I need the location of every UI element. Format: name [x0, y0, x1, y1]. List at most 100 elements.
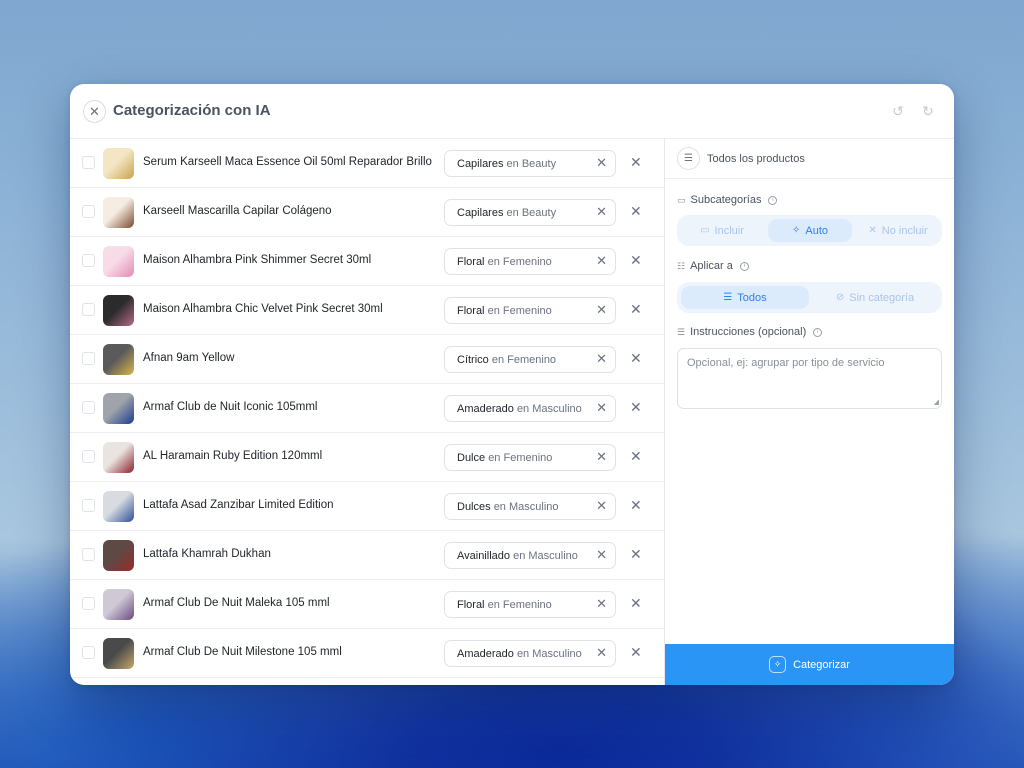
- info-icon: i: [813, 327, 823, 337]
- product-name: Armaf Club De Nuit Maleka 105 mml: [143, 597, 330, 609]
- product-row: Maison Alhambra Chic Velvet Pink Secret …: [70, 286, 664, 335]
- category-parent: en Femenino: [487, 599, 552, 611]
- product-name: Armaf Club De Nuit Milestone 105 mml: [143, 646, 342, 658]
- product-name: AL Haramain Ruby Edition 120mml: [143, 450, 323, 462]
- row-checkbox[interactable]: [82, 303, 95, 316]
- clear-category-icon[interactable]: ✕: [596, 645, 607, 661]
- aplicar-label-text: Aplicar a: [690, 260, 733, 272]
- instrucciones-placeholder: Opcional, ej: agrupar por tipo de servic…: [687, 357, 885, 369]
- product-row: Afnan 9am Yellow Cítrico en Femenino ✕ ✕: [70, 335, 664, 384]
- remove-row-icon[interactable]: ✕: [630, 301, 642, 318]
- row-checkbox[interactable]: [82, 597, 95, 610]
- row-checkbox[interactable]: [82, 499, 95, 512]
- clear-category-icon[interactable]: ✕: [596, 204, 607, 220]
- instrucciones-label-text: Instrucciones (opcional): [690, 326, 807, 338]
- clear-category-icon[interactable]: ✕: [596, 449, 607, 465]
- sparkle-icon: ✧: [769, 656, 787, 673]
- clear-category-icon[interactable]: ✕: [596, 547, 607, 563]
- list-check-icon: ☰: [723, 292, 733, 303]
- product-row: Armaf Club de Nuit Iconic 105mml Amaderad…: [70, 384, 664, 433]
- clear-category-icon[interactable]: ✕: [596, 155, 607, 171]
- undo-icon[interactable]: ↺: [889, 102, 907, 120]
- row-checkbox[interactable]: [82, 254, 95, 267]
- seg-todos[interactable]: ☰ Todos: [681, 286, 809, 309]
- category-pill[interactable]: Capilares en Beauty ✕: [444, 199, 616, 226]
- sparkle-icon: ✧: [791, 225, 801, 236]
- category-pill[interactable]: Floral en Femenino ✕: [444, 248, 616, 275]
- category-parent: en Femenino: [488, 452, 553, 464]
- row-checkbox[interactable]: [82, 646, 95, 659]
- category-pill[interactable]: Floral en Femenino ✕: [444, 297, 616, 324]
- clear-category-icon[interactable]: ✕: [596, 498, 607, 514]
- category-name: Floral: [457, 305, 485, 317]
- aplicar-label: ☷ Aplicar a i: [677, 260, 749, 272]
- row-checkbox[interactable]: [82, 156, 95, 169]
- product-thumbnail: [103, 638, 134, 669]
- category-pill[interactable]: Floral en Femenino ✕: [444, 591, 616, 618]
- categorizar-button[interactable]: ✧ Categorizar: [665, 644, 954, 685]
- category-pill[interactable]: Amaderado en Masculino ✕: [444, 640, 616, 667]
- instrucciones-textarea[interactable]: Opcional, ej: agrupar por tipo de servic…: [677, 348, 942, 409]
- close-icon[interactable]: ✕: [83, 100, 106, 123]
- row-checkbox[interactable]: [82, 352, 95, 365]
- row-checkbox[interactable]: [82, 548, 95, 561]
- resize-handle-icon[interactable]: ◢: [934, 398, 939, 406]
- remove-row-icon[interactable]: ✕: [630, 497, 642, 514]
- category-pill[interactable]: Avainillado en Masculino ✕: [444, 542, 616, 569]
- product-thumbnail: [103, 442, 134, 473]
- seg-no-incluir[interactable]: ✕ No incluir: [857, 219, 939, 242]
- clear-category-icon[interactable]: ✕: [596, 596, 607, 612]
- list-icon: ☷: [677, 260, 686, 271]
- instrucciones-label: ☰ Instrucciones (opcional) i: [677, 326, 823, 338]
- list-icon: ☰: [677, 147, 700, 170]
- category-parent: en Femenino: [491, 354, 557, 366]
- remove-row-icon[interactable]: ✕: [630, 203, 642, 220]
- remove-row-icon[interactable]: ✕: [630, 252, 642, 269]
- clear-category-icon[interactable]: ✕: [596, 400, 607, 416]
- product-name: Maison Alhambra Chic Velvet Pink Secret …: [143, 303, 383, 315]
- category-parent: en Beauty: [506, 207, 557, 219]
- redo-icon[interactable]: ↻: [919, 102, 937, 120]
- subcategorias-segmented: ▭ Incluir ✧ Auto ✕ No incluir: [677, 215, 942, 246]
- category-pill[interactable]: Capilares en Beauty ✕: [444, 150, 616, 177]
- row-checkbox[interactable]: [82, 401, 95, 414]
- remove-row-icon[interactable]: ✕: [630, 644, 642, 661]
- seg-sin-categoria[interactable]: ⊘ Sin categoría: [811, 286, 939, 309]
- clear-category-icon[interactable]: ✕: [596, 351, 607, 367]
- remove-row-icon[interactable]: ✕: [630, 154, 642, 171]
- category-parent: en Femenino: [487, 305, 552, 317]
- remove-row-icon[interactable]: ✕: [630, 399, 642, 416]
- category-name: Dulce: [457, 452, 486, 464]
- remove-row-icon[interactable]: ✕: [630, 448, 642, 465]
- category-pill[interactable]: Amaderado en Masculino ✕: [444, 395, 616, 422]
- category-pill[interactable]: Dulces en Masculino ✕: [444, 493, 616, 520]
- scope-bar[interactable]: ☰ Todos los productos: [665, 139, 954, 179]
- seg-incluir[interactable]: ▭ Incluir: [683, 219, 761, 242]
- category-parent: en Masculino: [493, 501, 559, 513]
- category-parent: en Beauty: [506, 158, 557, 170]
- seg-auto-label: Auto: [805, 224, 829, 237]
- clear-category-icon[interactable]: ✕: [596, 302, 607, 318]
- seg-auto[interactable]: ✧ Auto: [768, 219, 852, 242]
- remove-row-icon[interactable]: ✕: [630, 595, 642, 612]
- row-checkbox[interactable]: [82, 450, 95, 463]
- category-pill[interactable]: Dulce en Femenino ✕: [444, 444, 616, 471]
- product-name: Serum Karseell Maca Essence Oil 50ml Rep…: [143, 156, 432, 168]
- category-parent: en Masculino: [516, 403, 582, 415]
- product-row: Lattafa Khamrah Dukhan Avainillado en Mas…: [70, 531, 664, 580]
- product-row: Serum Karseell Maca Essence Oil 50ml Rep…: [70, 139, 664, 188]
- remove-row-icon[interactable]: ✕: [630, 350, 642, 367]
- category-pill[interactable]: Cítrico en Femenino ✕: [444, 346, 616, 373]
- product-thumbnail: [103, 246, 134, 277]
- product-name: Karseell Mascarilla Capilar Colágeno: [143, 205, 332, 217]
- row-checkbox[interactable]: [82, 205, 95, 218]
- clear-category-icon[interactable]: ✕: [596, 253, 607, 269]
- info-icon: i: [739, 261, 749, 271]
- seg-incluir-label: Incluir: [714, 224, 744, 237]
- remove-row-icon[interactable]: ✕: [630, 546, 642, 563]
- product-name: Lattafa Khamrah Dukhan: [143, 548, 271, 560]
- category-parent: en Femenino: [487, 256, 552, 268]
- tag-icon: ▭: [700, 225, 710, 236]
- categorization-dialog: ✕ Categorización con IA ↺ ↻ Serum Karsee…: [70, 84, 954, 685]
- product-thumbnail: [103, 148, 134, 179]
